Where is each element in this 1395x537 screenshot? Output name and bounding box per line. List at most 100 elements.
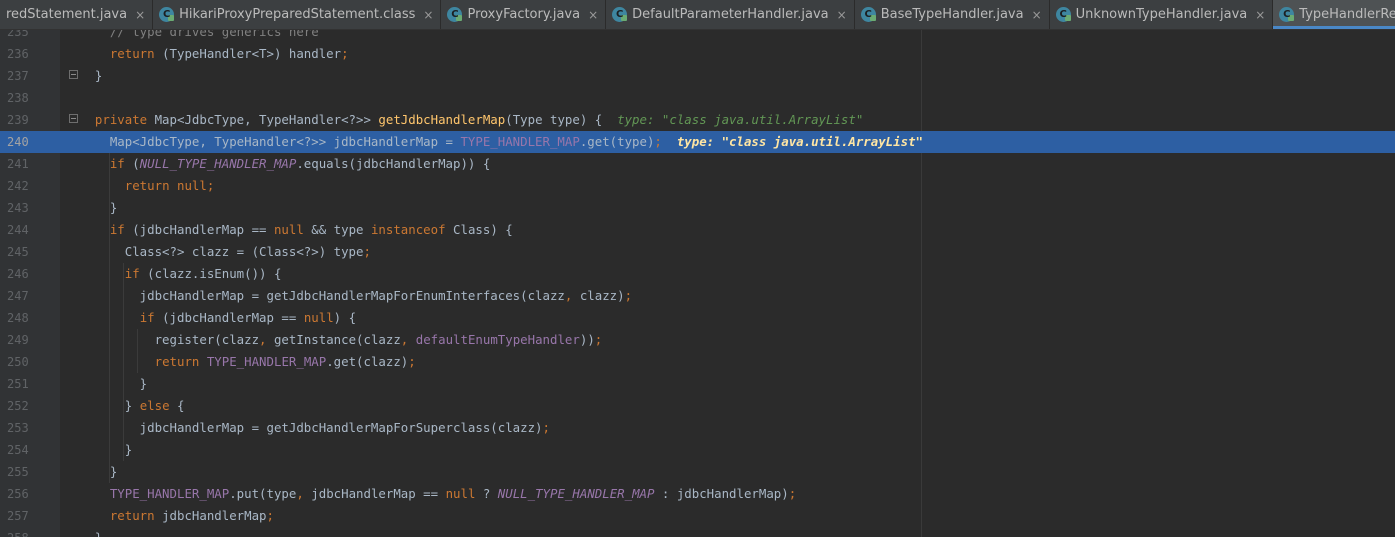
code-line[interactable]: 244 if (jdbcHandlerMap == null && type i… <box>0 219 1395 241</box>
code-line[interactable]: 249 register(clazz, getInstance(clazz, d… <box>0 329 1395 351</box>
code-line[interactable]: 248 if (jdbcHandlerMap == null) { <box>0 307 1395 329</box>
code-token: Class) { <box>445 222 513 237</box>
code-token: jdbcHandlerMap <box>154 508 267 523</box>
class-icon <box>1279 7 1295 22</box>
code-token: TYPE_HANDLER_MAP <box>206 354 327 369</box>
code-line[interactable]: 256 TYPE_HANDLER_MAP.put(type, jdbcHandl… <box>0 483 1395 505</box>
inline-value-hint: type: "class java.util.ArrayList" <box>617 112 864 127</box>
code-token: if <box>109 222 125 237</box>
editor-tab[interactable]: ProxyFactory.java × <box>441 0 607 29</box>
code-token: ? <box>475 486 498 501</box>
code-token: ; <box>542 420 550 435</box>
code-line[interactable]: 243 } <box>0 197 1395 219</box>
code-line[interactable]: 250 return TYPE_HANDLER_MAP.get(clazz); <box>0 351 1395 373</box>
current-line[interactable]: 240 Map<JdbcType, TypeHandler<?>> jdbcHa… <box>0 131 1395 153</box>
code-token: return <box>109 46 155 61</box>
code-token: } <box>80 464 118 479</box>
editor-tab[interactable]: TypeHandlerRegistry.java× <box>1273 0 1395 29</box>
code-token: } <box>80 530 102 537</box>
code-token: Map<JdbcType, TypeHandler<?>> <box>147 112 379 127</box>
close-tab-icon[interactable]: × <box>1032 8 1042 22</box>
editor-tab[interactable]: DefaultParameterHandler.java × <box>606 0 855 29</box>
code-token: ; <box>341 46 349 61</box>
code-line[interactable]: 245 Class<?> clazz = (Class<?>) type; <box>0 241 1395 263</box>
tab-label: redStatement.java <box>6 7 128 22</box>
editor-tab[interactable]: UnknownTypeHandler.java × <box>1050 0 1274 29</box>
code-line[interactable]: 239 private Map<JdbcType, TypeHandler<?>… <box>0 109 1395 131</box>
line-number: 257 <box>7 509 29 523</box>
code-text: if (jdbcHandlerMap == null) { <box>80 307 356 329</box>
code-token: } <box>80 398 140 413</box>
code-token: clazz) <box>572 288 625 303</box>
editor-tab[interactable]: HikariProxyPreparedStatement.class × <box>153 0 442 29</box>
code-text: if (NULL_TYPE_HANDLER_MAP.equals(jdbcHan… <box>80 153 490 175</box>
code-text: } <box>80 439 132 461</box>
code-token: ; <box>654 134 662 149</box>
code-line[interactable]: 237 } <box>0 65 1395 87</box>
code-line[interactable]: 251 } <box>0 373 1395 395</box>
code-text: return jdbcHandlerMap; <box>80 505 274 527</box>
inline-value-hint: type: "class java.util.ArrayList" <box>676 134 923 149</box>
code-token: (TypeHandler<T>) handler <box>154 46 342 61</box>
code-text: return TYPE_HANDLER_MAP.get(clazz); <box>80 351 416 373</box>
code-token: return <box>154 354 200 369</box>
code-text: } <box>80 373 147 395</box>
code-text: register(clazz, getInstance(clazz, defau… <box>80 329 603 351</box>
code-line[interactable]: 242 return null; <box>0 175 1395 197</box>
code-token: && type <box>303 222 371 237</box>
code-token: NULL_TYPE_HANDLER_MAP <box>497 486 655 501</box>
code-line[interactable]: 258 } <box>0 527 1395 537</box>
code-lines[interactable]: 235 // type drives generics here 236 retu… <box>0 30 1395 537</box>
code-line[interactable]: 253 jdbcHandlerMap = getJdbcHandlerMapFo… <box>0 417 1395 439</box>
code-line[interactable]: 257 return jdbcHandlerMap; <box>0 505 1395 527</box>
line-number: 239 <box>7 113 29 127</box>
line-number: 241 <box>7 157 29 171</box>
code-line[interactable]: 235 // type drives generics here <box>0 30 1395 43</box>
close-tab-icon[interactable]: × <box>588 8 598 22</box>
code-token: null <box>303 310 334 325</box>
close-tab-icon[interactable]: × <box>837 8 847 22</box>
code-token: Map<JdbcType, TypeHandler<?>> jdbcHandle… <box>80 134 461 149</box>
code-text: TYPE_HANDLER_MAP.put(type, jdbcHandlerMa… <box>80 483 796 505</box>
code-token: // type drives generics here <box>80 30 319 39</box>
code-token: ; <box>408 354 416 369</box>
code-line[interactable]: 236 return (TypeHandler<T>) handler; <box>0 43 1395 65</box>
code-text: jdbcHandlerMap = getJdbcHandlerMapForSup… <box>80 417 550 439</box>
code-token: TYPE_HANDLER_MAP <box>109 486 230 501</box>
code-line[interactable]: 246 if (clazz.isEnum()) { <box>0 263 1395 285</box>
fold-marker-icon[interactable] <box>69 114 78 123</box>
code-token: )) <box>579 332 595 347</box>
code-token: defaultEnumTypeHandler <box>415 332 580 347</box>
code-line[interactable]: 241 if (NULL_TYPE_HANDLER_MAP.equals(jdb… <box>0 153 1395 175</box>
close-tab-icon[interactable]: × <box>1255 8 1265 22</box>
code-token: TYPE_HANDLER_MAP <box>460 134 580 149</box>
code-token: , <box>259 332 267 347</box>
code-line[interactable]: 252 } else { <box>0 395 1395 417</box>
class-icon <box>612 7 628 22</box>
line-number: 235 <box>7 30 29 39</box>
code-token: } <box>80 68 103 83</box>
code-token: ; <box>206 178 215 193</box>
editor-tab[interactable]: redStatement.java × <box>0 0 154 29</box>
close-tab-icon[interactable]: × <box>135 8 145 22</box>
code-token: null <box>445 486 476 501</box>
code-text: Map<JdbcType, TypeHandler<?>> jdbcHandle… <box>80 131 923 153</box>
class-icon <box>1055 7 1071 22</box>
code-line[interactable]: 254 } <box>0 439 1395 461</box>
fold-marker-icon[interactable] <box>69 70 78 79</box>
code-text: jdbcHandlerMap = getJdbcHandlerMapForEnu… <box>80 285 632 307</box>
code-editor[interactable]: 235 // type drives generics here 236 retu… <box>0 30 1395 537</box>
code-line[interactable]: 255 } <box>0 461 1395 483</box>
code-line[interactable]: 247 jdbcHandlerMap = getJdbcHandlerMapFo… <box>0 285 1395 307</box>
line-number: 243 <box>7 201 29 215</box>
code-token: ; <box>363 244 371 259</box>
editor-tab[interactable]: BaseTypeHandler.java × <box>855 0 1050 29</box>
tab-label: HikariProxyPreparedStatement.class <box>179 7 416 22</box>
close-tab-icon[interactable]: × <box>423 8 433 22</box>
code-line[interactable]: 238 <box>0 87 1395 109</box>
line-number: 236 <box>7 47 29 61</box>
code-token: if <box>124 266 140 281</box>
